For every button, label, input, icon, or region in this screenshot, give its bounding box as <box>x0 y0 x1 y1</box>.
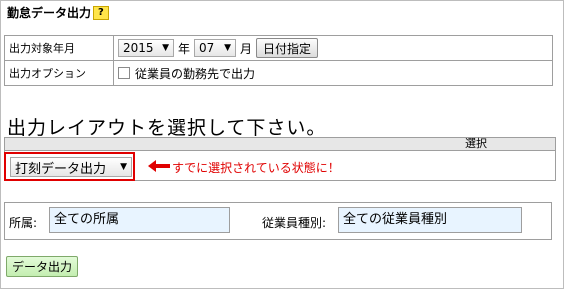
department-label: 所属: <box>9 216 38 230</box>
layout-column-header: 選択 <box>4 137 556 151</box>
chevron-down-icon: ▼ <box>224 43 232 53</box>
layout-select[interactable]: 打刻データ出力 ▼ <box>10 157 132 177</box>
option-controls: 従業員の勤務先で出力 <box>113 60 553 86</box>
layout-heading: 出力レイアウトを選択して下さい。 <box>7 117 327 139</box>
employee-type-field[interactable]: 全ての従業員種別 <box>338 207 522 233</box>
year-unit: 年 <box>178 41 191 56</box>
help-button[interactable]: ? <box>93 5 109 20</box>
option-label: 出力オプション <box>4 60 114 86</box>
page-title-text: 勤怠データ出力 <box>7 6 92 20</box>
month-unit: 月 <box>240 41 253 56</box>
page-title: 勤怠データ出力 ? <box>7 4 109 21</box>
options-table: 出力対象年月 2015 ▼ 年 07 ▼ 月日付指定 出力オプション 従業員の勤… <box>4 35 553 86</box>
chevron-down-icon: ▼ <box>120 162 127 172</box>
workplace-checkbox[interactable] <box>118 67 130 79</box>
column-header-select: 選択 <box>465 137 487 150</box>
workplace-checkbox-label[interactable]: 従業員の勤務先で出力 <box>135 67 255 81</box>
period-row: 出力対象年月 2015 ▼ 年 07 ▼ 月日付指定 <box>4 35 553 61</box>
employee-type-label: 従業員種別: <box>262 216 327 230</box>
chevron-down-icon: ▼ <box>162 43 169 53</box>
date-specify-button[interactable]: 日付指定 <box>256 38 319 58</box>
option-row: 出力オプション 従業員の勤務先で出力 <box>4 60 553 86</box>
export-button[interactable]: データ出力 <box>6 256 79 277</box>
month-select[interactable]: 07 ▼ <box>194 39 237 57</box>
period-controls: 2015 ▼ 年 07 ▼ 月日付指定 <box>113 35 553 61</box>
year-value: 2015 <box>123 41 154 55</box>
arrow-left-icon <box>148 160 170 172</box>
year-select[interactable]: 2015 ▼ <box>118 39 174 57</box>
period-label: 出力対象年月 <box>4 35 114 61</box>
month-value: 07 <box>199 41 215 55</box>
department-field[interactable]: 全ての所属 <box>49 207 230 233</box>
annotation-text: すでに選択されている状態に！ <box>172 161 340 175</box>
layout-select-value: 打刻データ出力 <box>15 161 107 177</box>
